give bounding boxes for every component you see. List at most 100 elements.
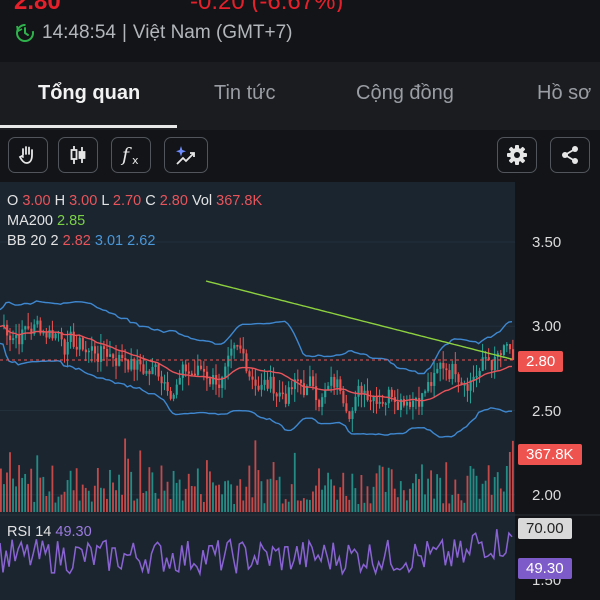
hand-tool-button[interactable] [8, 137, 48, 173]
volume-bar [508, 452, 511, 512]
volume-bar [233, 503, 236, 512]
ai-analysis-button[interactable] [164, 137, 208, 173]
candle-body [54, 333, 57, 339]
candle-body [96, 353, 100, 362]
volume-bar [193, 486, 196, 512]
candle-body [18, 335, 21, 345]
volume-bar [339, 487, 342, 512]
share-button[interactable] [550, 137, 590, 173]
candle-body [109, 354, 112, 357]
gear-icon [507, 145, 527, 165]
candle-body [330, 376, 333, 386]
volume-bar [251, 497, 254, 512]
candle-body [239, 345, 242, 349]
candle-body [263, 379, 266, 385]
volume-bar [118, 474, 120, 512]
candle-body [175, 384, 178, 395]
volume-bar [160, 465, 163, 512]
candle-body [163, 382, 166, 384]
volume-bar [351, 473, 354, 512]
volume-bar [266, 479, 269, 512]
volume-bar [103, 488, 105, 512]
volume-bar [287, 501, 290, 512]
volume-bar [511, 440, 514, 512]
volume-bar [33, 501, 36, 512]
volume-bar [245, 486, 248, 512]
candle-body [212, 375, 215, 385]
volume-bar [433, 498, 436, 512]
candle-body [172, 394, 175, 399]
volume-bar [321, 489, 323, 512]
candle-body [412, 400, 415, 407]
volume-bar [451, 494, 454, 512]
hand-icon [18, 146, 33, 164]
candle-body [384, 403, 387, 405]
volume-bar [296, 500, 299, 512]
rsi-legend: RSI 14 49.30 [7, 524, 92, 540]
volume-bar [412, 483, 414, 512]
volume-bar [206, 460, 208, 512]
chart-toolbar: f x [0, 130, 600, 182]
candle-body [99, 346, 103, 362]
candle-body [69, 331, 72, 342]
candle-body [348, 411, 351, 419]
volume-bar [51, 465, 54, 512]
volume-bar [372, 486, 375, 512]
candle-body [269, 376, 272, 389]
volume-bar [309, 499, 311, 512]
candle-body [248, 371, 251, 377]
volume-bar [36, 455, 39, 512]
chart-type-button[interactable] [58, 137, 98, 173]
volume-bar [405, 500, 408, 512]
candle-body [36, 320, 39, 325]
volume-bar [469, 466, 472, 512]
candle-body [278, 392, 281, 397]
candle-body [275, 393, 278, 397]
volume-bar [139, 450, 142, 512]
price-chart[interactable]: O 3.00 H 3.00 L 2.70 C 2.80 Vol 367.8K M… [0, 182, 600, 600]
candle-body [478, 370, 481, 376]
candle-body [224, 366, 227, 378]
volume-bar [369, 503, 372, 512]
volume-bar [333, 485, 336, 512]
tab-profile[interactable]: Hồ sơ [537, 82, 591, 105]
tab-news[interactable]: Tin tức [214, 82, 276, 105]
volume-bar [299, 500, 302, 512]
ai-sparkle-icon [176, 146, 195, 165]
candle-body [266, 379, 269, 389]
candle-body [445, 368, 448, 371]
indicators-button[interactable]: f x [111, 137, 151, 173]
candle-body [481, 357, 484, 371]
candle-body [127, 360, 130, 370]
tab-overview[interactable]: Tổng quan [38, 82, 140, 105]
volume-bar [248, 465, 251, 512]
candle-body [321, 397, 324, 407]
volume-bar [90, 501, 93, 512]
volume-bar [3, 484, 5, 512]
settings-button[interactable] [497, 137, 537, 173]
candle-body [299, 379, 303, 384]
volume-bar [81, 484, 84, 512]
candle-body [184, 364, 187, 372]
market-time-row: 14:48:54 | Việt Nam (GMT+7) [14, 20, 293, 46]
candle-body [375, 396, 378, 404]
tab-community[interactable]: Cộng đồng [356, 82, 454, 105]
candle-body [106, 349, 109, 357]
candle-body [457, 374, 460, 383]
candle-body [148, 370, 151, 375]
volume-bar [112, 482, 114, 512]
candle-body [499, 353, 502, 355]
candle-body [145, 370, 148, 374]
bb-legend: BB 20 2 2.82 3.01 2.62 [7, 233, 156, 249]
volume-bar [418, 479, 420, 512]
candle-body [387, 389, 390, 404]
volume-bar [72, 490, 75, 512]
candle-body [451, 363, 454, 379]
candle-body [254, 379, 257, 386]
volume-bar [505, 466, 508, 512]
volume-bar [345, 495, 348, 512]
candle-body [378, 401, 381, 404]
volume-bar [163, 490, 166, 512]
candle-body [508, 344, 512, 350]
candle-body [130, 359, 133, 370]
